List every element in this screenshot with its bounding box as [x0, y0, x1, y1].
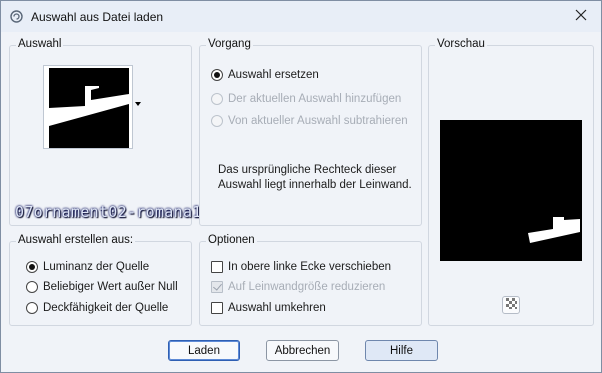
radio-button: [211, 93, 223, 105]
radio-deckfaehigkeit[interactable]: Deckfähigkeit der Quelle: [26, 300, 168, 316]
watermark-text: 07ornament02-romana1: [15, 203, 202, 221]
preview-canvas: [440, 120, 582, 261]
checkbox-label: Auswahl umkehren: [228, 302, 326, 314]
check-leinwandgroesse: Auf Leinwandgröße reduzieren: [211, 279, 385, 295]
radio-label: Der aktuellen Auswahl hinzufügen: [228, 93, 402, 105]
erstellen-group-label: Auswahl erstellen aus:: [16, 234, 136, 246]
radio-label: Beliebiger Wert außer Null: [43, 281, 178, 293]
cancel-button[interactable]: Abbrechen: [266, 340, 339, 361]
radio-button: [211, 115, 223, 127]
checkerboard-button[interactable]: [502, 296, 520, 314]
radio-button[interactable]: [211, 69, 223, 81]
radio-label: Auswahl ersetzen: [228, 69, 319, 81]
checkbox-label: In obere linke Ecke verschieben: [228, 261, 392, 273]
radio-label: Von aktueller Auswahl subtrahieren: [228, 115, 408, 127]
spiral-app-icon: [10, 10, 23, 23]
selection-thumbnail[interactable]: [43, 65, 133, 149]
radio-luminanz[interactable]: Luminanz der Quelle: [26, 259, 149, 275]
check-obere-linke-ecke[interactable]: In obere linke Ecke verschieben: [211, 259, 391, 275]
optionen-group-label: Optionen: [206, 234, 257, 246]
radio-label: Deckfähigkeit der Quelle: [43, 302, 169, 314]
radio-button[interactable]: [26, 302, 38, 314]
radio-auswahl-hinzufuegen: Der aktuellen Auswahl hinzufügen: [211, 91, 401, 107]
vorschau-group-label: Vorschau: [435, 38, 487, 50]
radio-button[interactable]: [26, 281, 38, 293]
checkbox-label: Auf Leinwandgröße reduzieren: [228, 281, 386, 293]
radio-label: Luminanz der Quelle: [43, 261, 150, 273]
radio-button[interactable]: [26, 261, 38, 273]
checkbox[interactable]: [211, 302, 223, 314]
auswahl-group-label: Auswahl: [16, 38, 64, 50]
help-button[interactable]: Hilfe: [365, 340, 438, 361]
radio-beliebiger-wert[interactable]: Beliebiger Wert außer Null: [26, 279, 178, 295]
close-button[interactable]: [561, 1, 601, 32]
radio-auswahl-ersetzen[interactable]: Auswahl ersetzen: [211, 67, 319, 83]
checkbox: [211, 281, 223, 293]
title-bar[interactable]: Auswahl aus Datei laden: [1, 1, 601, 32]
chevron-down-icon[interactable]: [135, 102, 141, 106]
checkbox[interactable]: [211, 261, 223, 273]
info-text: Das ursprüngliche Rechteck dieser Auswah…: [218, 164, 412, 191]
check-auswahl-umkehren[interactable]: Auswahl umkehren: [211, 300, 326, 316]
dialog-window: Auswahl aus Datei laden Auswahl 07orname…: [0, 0, 602, 373]
window-title: Auswahl aus Datei laden: [31, 10, 164, 24]
vorgang-group-label: Vorgang: [206, 38, 253, 50]
close-icon: [575, 9, 587, 24]
radio-auswahl-subtrahieren: Von aktueller Auswahl subtrahieren: [211, 113, 408, 129]
load-button[interactable]: Laden: [168, 340, 240, 361]
checkerboard-icon: [505, 298, 517, 312]
